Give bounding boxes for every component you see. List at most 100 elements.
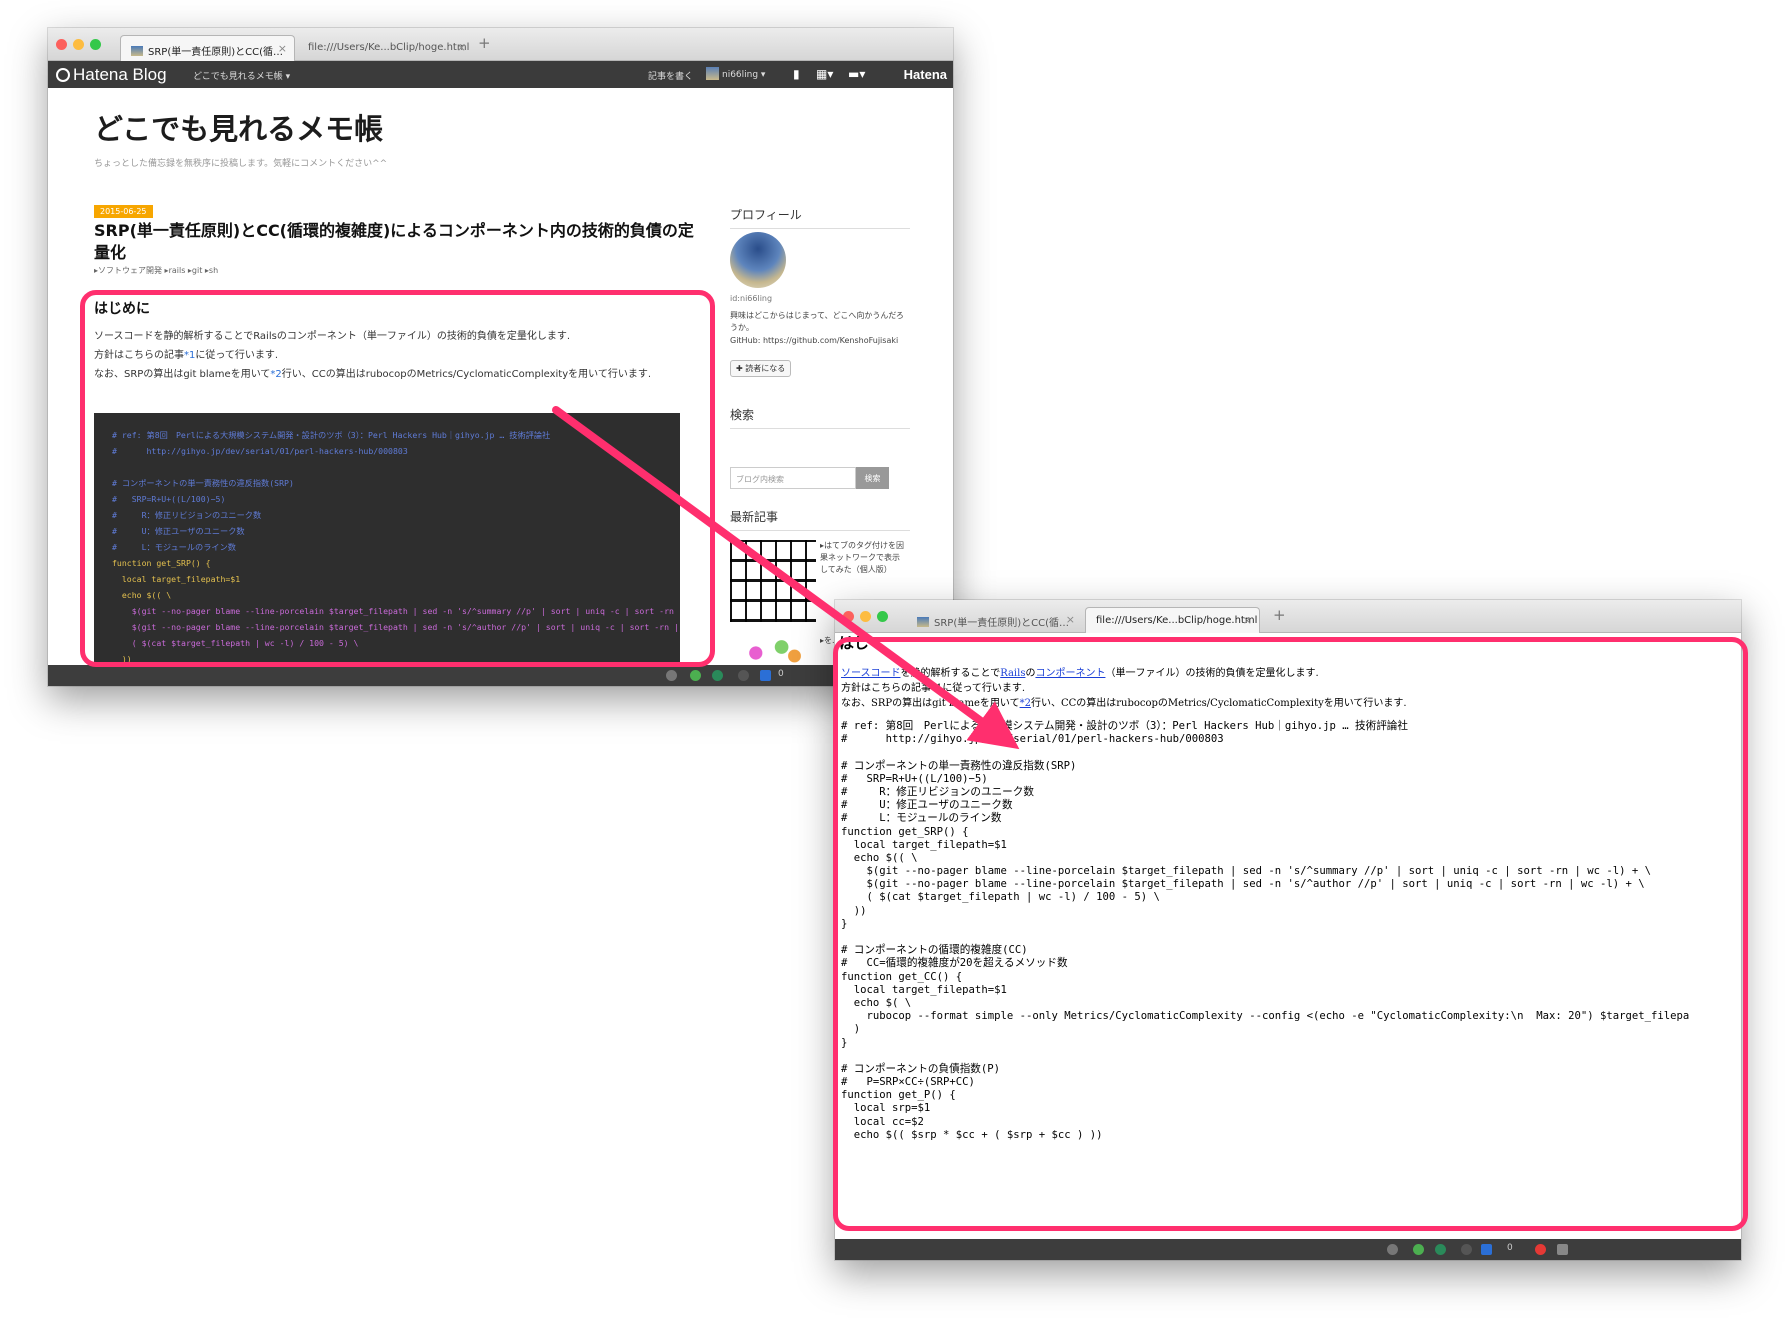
blog-page: どこでも見れるメモ帳 ちょっとした備忘録を無秩序に投稿します。気軽にコメントくだ…	[48, 88, 953, 686]
code-line: $(git --no-pager blame --line-porcelain …	[112, 606, 680, 616]
code-line: # http://gihyo.jp/dev/serial/01/perl-hac…	[841, 733, 1224, 746]
window-controls	[56, 39, 101, 50]
tray-icon[interactable]	[1461, 1244, 1472, 1255]
intro-paragraph: ソースコードを静的解析することでRailsのコンポーネント（単一ファイル）の技術…	[841, 668, 1319, 679]
tray-icon[interactable]	[1435, 1244, 1446, 1255]
footnote-link[interactable]: *2	[1020, 698, 1031, 709]
tab-local-file[interactable]: file:///Users/Ke...bClip/hoge.html ×	[298, 35, 473, 61]
code-line: # コンポーネントの循環的複雑度(CC)	[841, 944, 1028, 957]
code-block[interactable]: # ref: 第8回 Perlによる大規模システム開発・設計のツボ（3）：Per…	[94, 413, 680, 686]
calc-paragraph: なお、SRPの算出はgit blameを用いて*2行い、CCの算出はruboco…	[94, 369, 652, 380]
recent-entry-thumbnail[interactable]	[730, 540, 816, 622]
minimize-window-button[interactable]	[73, 39, 84, 50]
tray-icon[interactable]	[738, 670, 749, 681]
comment-icon[interactable]: ▬▾	[848, 67, 865, 81]
tab-close-icon[interactable]: ×	[1243, 614, 1252, 627]
entry-categories[interactable]: ▸ソフトウェア開発 ▸rails ▸git ▸sh	[94, 265, 218, 276]
favicon-icon	[131, 46, 143, 56]
code-line: function get_SRP() {	[841, 825, 969, 838]
profile-heading: プロフィール	[730, 206, 910, 229]
tray-icon[interactable]	[1387, 1244, 1398, 1255]
tab-close-icon[interactable]: ×	[1066, 613, 1075, 626]
follow-button[interactable]: ✚ 読者になる	[730, 360, 792, 377]
tray-icon[interactable]	[1535, 1244, 1546, 1255]
code-block[interactable]: # ref: 第8回 Perlによる大規模システム開発・設計のツボ（3）：Per…	[841, 720, 1689, 1142]
rails-link[interactable]: Rails	[1000, 668, 1025, 679]
tab-label: file:///Users/Ke...bClip/hoge.html	[308, 42, 470, 53]
code-line: # CC=循環的複雑度が20を超えるメソッド数	[841, 957, 1068, 970]
component-link[interactable]: コンポーネント	[1035, 668, 1105, 679]
hatena-bookmark-icon[interactable]	[1481, 1244, 1492, 1255]
status-bar: 0	[48, 665, 953, 686]
hatena-blog-logo[interactable]: Hatena Blog	[56, 65, 167, 85]
avatar	[706, 67, 719, 80]
blog-browser-window: SRP(単一責任原則)とCC(循… × file:///Users/Ke...b…	[48, 28, 953, 686]
hatena-brand-link[interactable]: Hatena	[904, 67, 947, 82]
tab-local-file[interactable]: file:///Users/Ke...bClip/hoge.html ×	[1085, 607, 1260, 633]
tray-icon[interactable]	[1413, 1244, 1424, 1255]
bookmark-count: 0	[1507, 1243, 1513, 1253]
code-line: }	[841, 917, 848, 930]
intro-paragraph: ソースコードを静的解析することでRailsのコンポーネント（単一ファイル）の技術…	[94, 331, 571, 342]
entry-date-badge[interactable]: 2015-06-25	[94, 205, 153, 218]
code-line: }	[841, 1036, 848, 1049]
code-line: rubocop --format simple --only Metrics/C…	[841, 1010, 1690, 1023]
footnote-link[interactable]: *1	[184, 350, 195, 361]
blog-title[interactable]: どこでも見れるメモ帳	[94, 106, 383, 148]
footnote-link[interactable]: *2	[270, 369, 281, 380]
code-line: $(git --no-pager blame --line-porcelain …	[112, 622, 680, 632]
tab-bar: SRP(単一責任原則)とCC(循… × file:///Users/Ke...b…	[835, 600, 1741, 633]
code-line: # R：修正リビジョンのユニーク数	[112, 510, 262, 520]
code-line: # SRP=R+U+((L/100)−5)	[841, 772, 988, 785]
write-article-link[interactable]: 記事を書く	[648, 69, 693, 82]
blog-search-input[interactable]: ブログ内検索	[730, 467, 856, 489]
tray-icon[interactable]	[1557, 1244, 1568, 1255]
status-bar: 0	[835, 1239, 1741, 1260]
profile-id[interactable]: id:ni66ling	[730, 294, 772, 303]
source-code-link[interactable]: ソースコード	[841, 668, 901, 679]
tray-icon[interactable]	[690, 670, 701, 681]
code-line: # L：モジュールのライン数	[112, 542, 236, 552]
tray-icon[interactable]	[666, 670, 677, 681]
code-line: ( $(cat $target_filepath | wc -l) / 100 …	[112, 638, 359, 648]
code-line: # R：修正リビジョンのユニーク数	[841, 785, 1034, 798]
zoom-window-button[interactable]	[877, 611, 888, 622]
bookmark-icon[interactable]: ▮	[793, 67, 800, 81]
local-file-browser-window: SRP(単一責任原則)とCC(循… × file:///Users/Ke...b…	[835, 600, 1741, 1260]
method-paragraph: 方針はこちらの記事*1に従って行います.	[94, 350, 279, 361]
recent-entry-link[interactable]: ▸はてブのタグ付けを因果ネットワークで表示してみた（個人版）	[820, 540, 906, 576]
method-paragraph: 方針はこちらの記事*1に従って行います.	[841, 683, 1026, 694]
new-tab-button[interactable]: +	[1273, 606, 1286, 624]
code-line: local target_filepath=$1	[841, 983, 1007, 996]
profile-avatar[interactable]	[730, 232, 786, 288]
minimize-window-button[interactable]	[860, 611, 871, 622]
close-window-button[interactable]	[843, 611, 854, 622]
tab-close-icon[interactable]: ×	[278, 42, 287, 55]
user-menu[interactable]: ni66ling ▾	[706, 67, 765, 80]
grid-icon[interactable]: ▦▾	[816, 67, 833, 81]
entry-title[interactable]: SRP(単一責任原則)とCC(循環的複雑度)によるコンポーネント内の技術的負債の…	[94, 220, 694, 264]
search-heading: 検索	[730, 406, 910, 429]
code-line: # P=SRP×CC÷(SRP+CC)	[841, 1076, 975, 1089]
blog-menu-dropdown[interactable]: どこでも見れるメモ帳 ▾	[193, 69, 290, 82]
recent-entry-thumbnail[interactable]	[730, 635, 816, 665]
tab-close-icon[interactable]: ×	[457, 41, 466, 54]
tray-icon[interactable]	[712, 670, 723, 681]
tab-blog-article[interactable]: SRP(単一責任原則)とCC(循… ×	[907, 607, 1082, 633]
profile-github[interactable]: GitHub: https://github.com/KenshoFujisak…	[730, 335, 910, 347]
hatena-bookmark-icon[interactable]	[760, 670, 771, 681]
code-line: echo $(( $srp * $cc + ( $srp + $cc ) ))	[841, 1128, 1103, 1141]
calc-paragraph: なお、SRPの算出はgit blameを用いて*2行い、CCの算出はruboco…	[841, 698, 1407, 709]
zoom-window-button[interactable]	[90, 39, 101, 50]
blog-search-button[interactable]: 検索	[856, 467, 889, 489]
tab-bar: SRP(単一責任原則)とCC(循… × file:///Users/Ke...b…	[48, 28, 953, 61]
code-line: # ref: 第8回 Perlによる大規模システム開発・設計のツボ（3）：Per…	[112, 430, 551, 440]
local-file-page: はじ ソースコードを静的解析することでRailsのコンポーネント（単一ファイル）…	[835, 633, 1741, 1239]
close-window-button[interactable]	[56, 39, 67, 50]
code-line: # コンポーネントの単一責務性の違反指数(SRP)	[841, 759, 1077, 772]
tab-blog-article[interactable]: SRP(単一責任原則)とCC(循… ×	[120, 35, 295, 61]
new-tab-button[interactable]: +	[478, 34, 491, 52]
